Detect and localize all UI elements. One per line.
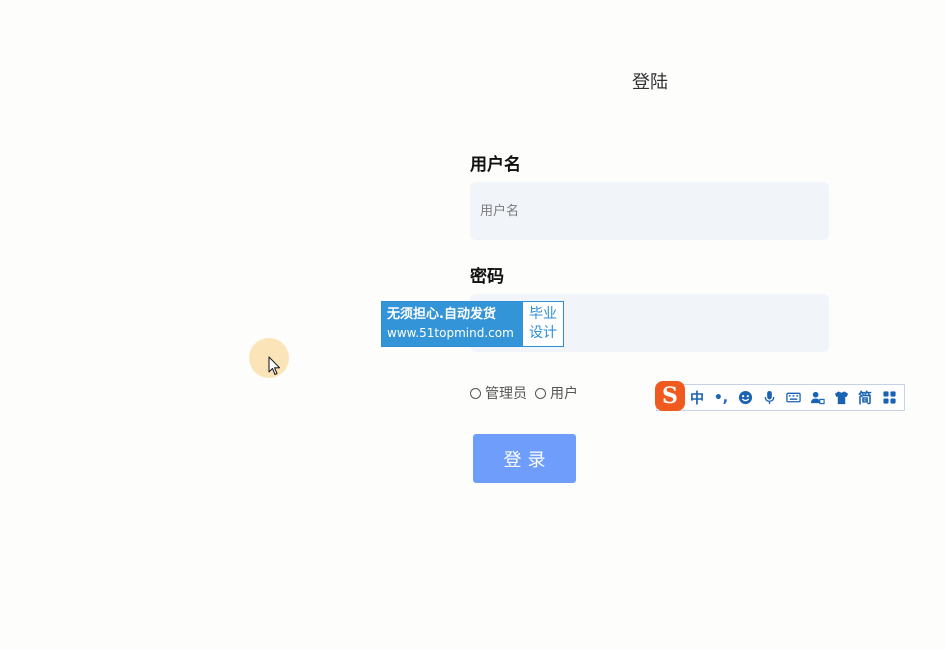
radio-circle-icon[interactable] [470, 387, 481, 399]
punctuation-icon[interactable]: •, [709, 386, 733, 410]
mouse-pointer-icon [268, 356, 281, 376]
role-radio-group: 管理员 用户 [470, 383, 586, 403]
user-account-icon[interactable] [805, 386, 829, 410]
role-admin-label: 管理员 [485, 386, 527, 402]
simplified-icon[interactable]: 简 [853, 386, 877, 410]
watermark-badge-line2: 设计 [529, 325, 557, 341]
ime-toolbar: S 中 •, 简 [655, 380, 905, 411]
watermark-badge: 毕业 设计 [523, 302, 563, 346]
username-label: 用户名 [470, 155, 521, 175]
watermark-slogan: 无须担心.自动发货 [387, 307, 496, 322]
login-page: 登陆 用户名 密码 管理员 用户 登录 无须担心.自动发货 www.51topm… [0, 0, 946, 649]
role-radio-user[interactable]: 用户 [535, 383, 578, 403]
watermark-text-block: 无须担心.自动发货 www.51topmind.com [382, 302, 523, 346]
emoji-icon[interactable] [733, 386, 757, 410]
role-radio-admin[interactable]: 管理员 [470, 383, 527, 403]
password-label: 密码 [470, 267, 504, 287]
watermark-banner: 无须担心.自动发货 www.51topmind.com 毕业 设计 [381, 301, 564, 347]
sogou-logo-icon[interactable]: S [655, 380, 685, 411]
username-input[interactable] [470, 182, 829, 240]
login-button[interactable]: 登录 [473, 434, 576, 483]
skin-shirt-icon[interactable] [829, 386, 853, 410]
toolbox-grid-icon[interactable] [877, 386, 901, 410]
watermark-badge-line1: 毕业 [529, 306, 557, 322]
watermark-url: www.51topmind.com [387, 326, 514, 340]
microphone-icon[interactable] [757, 386, 781, 410]
chinese-mode-icon[interactable]: 中 [685, 386, 709, 410]
radio-circle-icon[interactable] [535, 387, 546, 399]
keyboard-icon[interactable] [781, 386, 805, 410]
page-title: 登陆 [632, 72, 668, 93]
role-user-label: 用户 [550, 386, 578, 402]
